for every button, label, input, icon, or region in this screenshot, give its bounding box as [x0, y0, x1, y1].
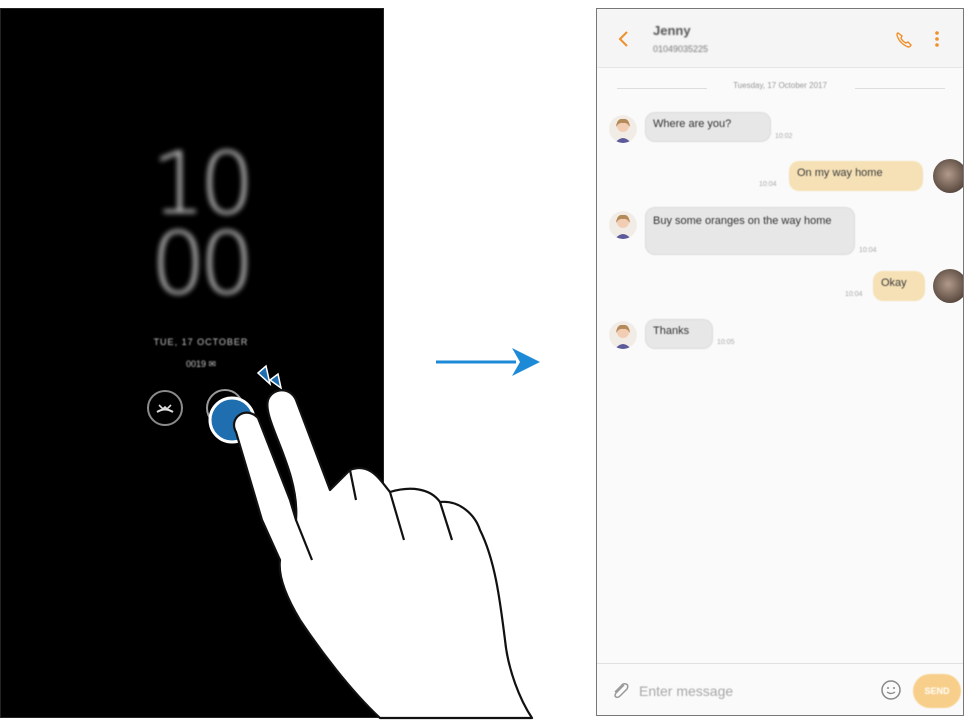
- message-bubble-outgoing[interactable]: Okay: [873, 271, 925, 301]
- contact-avatar-icon: [609, 115, 637, 143]
- contact-avatar-icon: [609, 321, 637, 349]
- aod-date: TUE, 17 OCTOBER: [153, 337, 249, 347]
- date-divider-text: Tuesday, 17 October 2017: [733, 81, 827, 90]
- call-reject-icon: [156, 404, 174, 413]
- conversation-header: Jenny 01049035225: [597, 9, 963, 68]
- message-time: 10:05: [717, 339, 735, 346]
- message-bubble-incoming[interactable]: Where are you?: [645, 112, 771, 142]
- my-avatar-icon: [933, 269, 963, 303]
- send-button[interactable]: SEND: [913, 674, 961, 708]
- contact-number: 01049035225: [653, 44, 709, 54]
- always-on-display-screen: 10 00 TUE, 17 OCTOBER 0019 ✉: [0, 8, 384, 718]
- message-time: 10:04: [845, 291, 863, 298]
- chevron-left-icon[interactable]: [617, 29, 631, 49]
- message-bubble-outgoing[interactable]: On my way home: [789, 161, 923, 191]
- message-time: 10:04: [859, 247, 877, 254]
- smiley-icon[interactable]: [879, 678, 903, 702]
- reply-message-button[interactable]: [206, 389, 244, 427]
- message-input[interactable]: [637, 680, 841, 702]
- message-composer: SEND: [597, 663, 963, 715]
- contact-avatar-icon: [609, 211, 637, 239]
- message-bubble-incoming[interactable]: Buy some oranges on the way home: [645, 207, 855, 255]
- aod-caller-line: 0019 ✉: [185, 359, 217, 369]
- phone-icon[interactable]: [895, 31, 913, 49]
- message-time: 10:02: [775, 133, 793, 140]
- call-reject-button[interactable]: [147, 390, 183, 426]
- paperclip-icon[interactable]: [609, 680, 631, 702]
- transition-arrow-icon: [436, 348, 540, 376]
- clock-minutes: 00: [151, 214, 254, 314]
- contact-name: Jenny: [653, 23, 691, 38]
- more-vertical-icon[interactable]: [933, 29, 941, 49]
- message-time: 10:04: [759, 181, 777, 188]
- message-bubble-incoming[interactable]: Thanks: [645, 319, 713, 349]
- my-avatar-icon: [933, 159, 963, 193]
- date-divider: Tuesday, 17 October 2017: [597, 81, 963, 95]
- messages-screen: Jenny 01049035225 Tuesday, 17 October 20…: [596, 8, 964, 716]
